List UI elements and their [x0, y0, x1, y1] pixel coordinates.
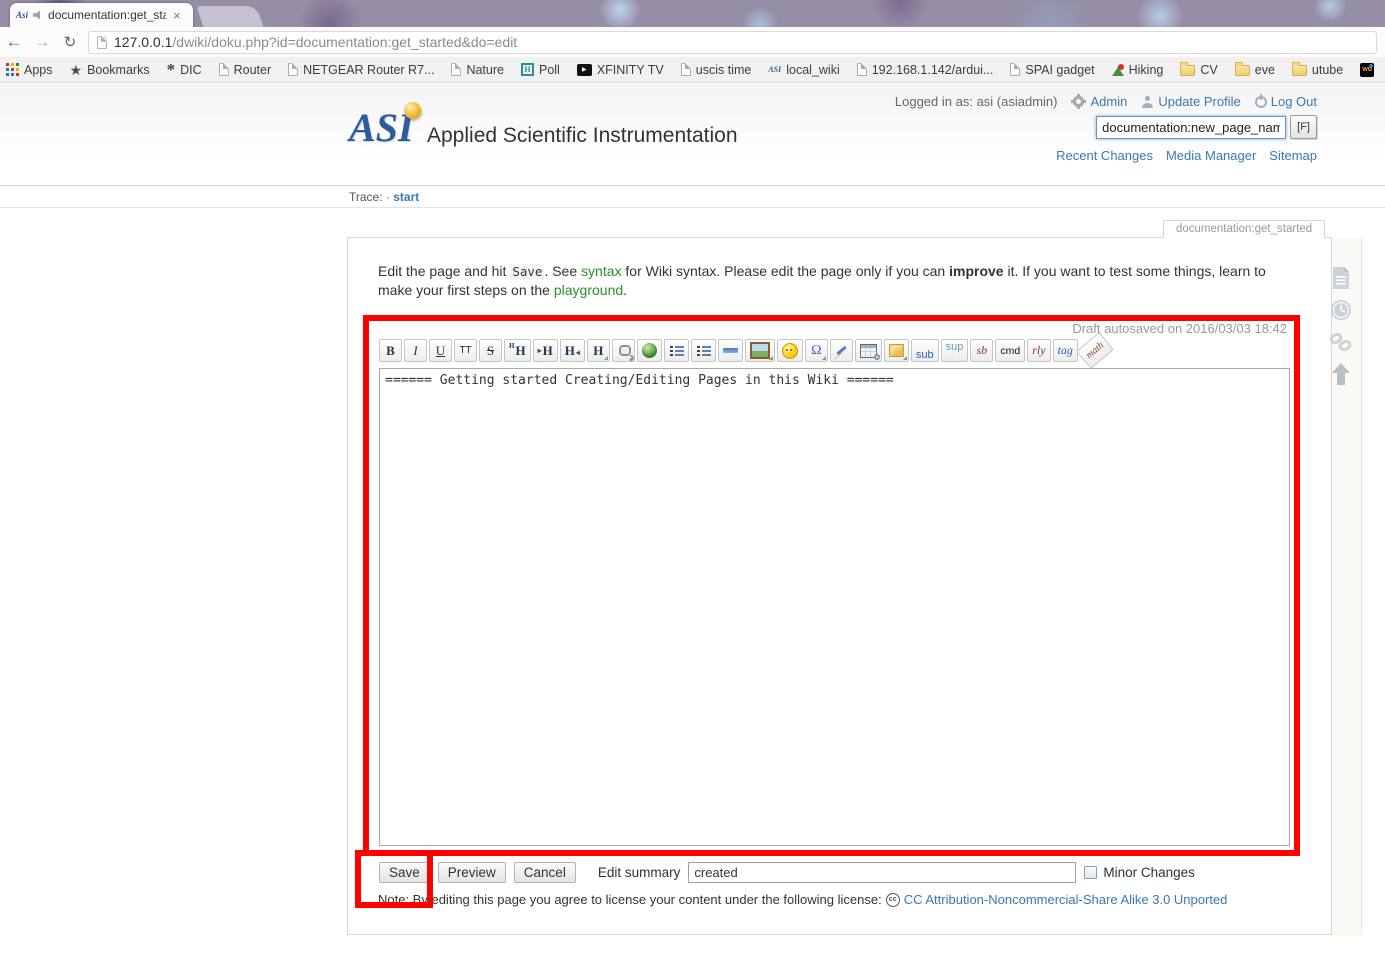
smiley-button[interactable] — [777, 339, 803, 362]
minor-changes-label: Minor Changes — [1103, 865, 1195, 880]
browser-navbar: ← → ↻ 127.0.0.1/dwiki/doku.php?id=docume… — [0, 27, 1385, 57]
sitemap-link[interactable]: Sitemap — [1269, 148, 1317, 163]
unordered-list-button[interactable] — [691, 339, 716, 362]
bookmark-dic[interactable]: * DIC — [167, 63, 202, 77]
special-chars-button[interactable]: Ω — [805, 339, 828, 362]
url-bar[interactable]: 127.0.0.1/dwiki/doku.php?id=documentatio… — [88, 31, 1377, 54]
asi-favicon: Asi — [16, 10, 28, 20]
cancel-button[interactable]: Cancel — [514, 862, 576, 883]
bookmark-arduino[interactable]: 192.168.1.142/ardui... — [857, 63, 994, 77]
bookmark-wunderground[interactable]: wu — [1360, 63, 1374, 77]
bookmark-xfinity[interactable]: ▶ XFINITY TV — [577, 63, 664, 77]
backlinks-chain-icon[interactable] — [1327, 328, 1354, 355]
save-button[interactable]: Save — [379, 862, 430, 883]
bookmark-spai[interactable]: SPAI gadget — [1010, 63, 1094, 77]
media-manager-link[interactable]: Media Manager — [1166, 148, 1256, 163]
minor-changes-checkbox[interactable] — [1084, 866, 1097, 879]
sb-plugin-button[interactable]: sb — [970, 339, 993, 362]
bookmark-folder-utube[interactable]: utube — [1292, 63, 1343, 77]
external-link-button[interactable] — [637, 339, 662, 362]
power-icon — [1255, 96, 1267, 108]
url-path: /dwiki/doku.php?id=documentation:get_sta… — [172, 34, 517, 50]
reload-icon[interactable]: ↻ — [56, 33, 84, 51]
edit-action-row: Save Preview Cancel Edit summary Minor C… — [379, 862, 1299, 883]
italic-button[interactable]: I — [404, 339, 427, 362]
bookmark-local-wiki[interactable]: ASI local_wiki — [768, 63, 839, 77]
bookmark-router[interactable]: Router — [219, 63, 272, 77]
draft-autosave-note: Draft autosaved on 2016/03/03 18:42 — [1072, 321, 1287, 336]
strikethrough-button[interactable]: S — [479, 339, 502, 362]
headline-same-level-button[interactable]: H — [504, 339, 531, 362]
admin-link[interactable]: Admin — [1071, 94, 1127, 109]
old-revisions-clock-icon[interactable] — [1327, 296, 1354, 323]
monospace-button[interactable]: TT — [454, 339, 477, 362]
show-page-icon[interactable] — [1327, 264, 1354, 291]
bookmark-uscis[interactable]: uscis time — [681, 63, 752, 77]
browser-tab[interactable]: Asi documentation:get_star × — [10, 3, 193, 27]
new-tab-button[interactable] — [197, 6, 264, 27]
back-icon[interactable]: ← — [0, 32, 28, 52]
table-button[interactable] — [855, 339, 882, 362]
url-host: 127.0.0.1 — [114, 34, 172, 50]
trace-start-link[interactable]: start — [393, 190, 419, 204]
tab-status-icon — [33, 11, 43, 20]
bookmark-hiking[interactable]: Hiking — [1112, 63, 1164, 77]
edit-summary-input[interactable] — [688, 862, 1076, 883]
page-icon — [97, 36, 107, 49]
superscript-button[interactable]: sup — [941, 339, 969, 362]
bookmark-folder-cv[interactable]: CV — [1180, 63, 1217, 77]
bookmark-nature[interactable]: Nature — [451, 63, 504, 77]
asi-logo[interactable]: ASI — [349, 104, 421, 162]
logout-link[interactable]: Log Out — [1255, 94, 1317, 109]
search-button[interactable]: [F] — [1290, 115, 1317, 139]
tab-title: documentation:get_star — [48, 8, 166, 22]
recent-changes-link[interactable]: Recent Changes — [1056, 148, 1153, 163]
bookmark-apps[interactable]: Apps — [6, 63, 53, 77]
page-id-tab: documentation:get_started — [1163, 220, 1325, 238]
rly-plugin-button[interactable]: rly — [1027, 339, 1050, 362]
update-profile-link[interactable]: Update Profile — [1141, 94, 1240, 109]
back-to-top-icon[interactable] — [1327, 360, 1354, 387]
logged-in-text: Logged in as: asi (asiadmin) — [895, 94, 1058, 109]
bold-button[interactable]: B — [379, 339, 402, 362]
headline-higher-button[interactable]: H — [560, 339, 585, 362]
trace-label: Trace: — [349, 190, 383, 204]
edit-summary-label: Edit summary — [598, 865, 681, 880]
internal-link-button[interactable] — [612, 339, 635, 362]
site-title: Applied Scientific Instrumentation — [427, 124, 738, 148]
tab-close-icon[interactable]: × — [171, 9, 183, 22]
bookmark-netgear[interactable]: NETGEAR Router R7... — [288, 63, 434, 77]
cc-license-icon: cc — [886, 893, 900, 907]
preview-button[interactable]: Preview — [438, 862, 506, 883]
gear-icon — [1071, 94, 1086, 109]
math-plugin-button[interactable]: math — [1076, 332, 1114, 369]
headline-select-button[interactable]: H — [587, 339, 610, 362]
plugin-insert-button[interactable] — [884, 339, 909, 362]
trace-bar: Trace: · start — [0, 186, 1385, 208]
page-content-card: documentation:get_started Edit the page … — [347, 237, 1332, 935]
wiki-edit-textarea[interactable]: ====== Getting started Creating/Editing … — [379, 368, 1290, 846]
bookmark-poll[interactable]: H Poll — [521, 63, 560, 77]
browser-tab-strip: Asi documentation:get_star × — [0, 0, 1385, 27]
ordered-list-button[interactable] — [664, 339, 689, 362]
cmd-plugin-button[interactable]: cmd — [995, 339, 1025, 362]
signature-button[interactable] — [830, 339, 853, 362]
person-icon — [1141, 96, 1154, 108]
license-link[interactable]: CC Attribution-Noncommercial-Share Alike… — [904, 892, 1228, 907]
tag-plugin-button[interactable]: tag — [1053, 339, 1078, 362]
bookmark-bookmarks[interactable]: ★ Bookmarks — [70, 63, 150, 77]
bookmarks-bar: Apps ★ Bookmarks * DIC Router NETGEAR Ro… — [0, 57, 1385, 83]
wiki-search-input[interactable] — [1096, 116, 1286, 139]
image-button[interactable] — [745, 339, 775, 362]
bookmark-folder-eve[interactable]: eve — [1235, 63, 1275, 77]
horizontal-rule-button[interactable] — [718, 339, 743, 362]
wiki-header: Logged in as: asi (asiadmin) Admin Updat… — [0, 84, 1385, 186]
editor-format-toolbar: BIUTTSHHHHΩsubsupsbcmdrlytagmath — [379, 339, 1112, 362]
forward-icon[interactable]: → — [28, 32, 56, 52]
headline-lower-button[interactable]: H — [533, 339, 558, 362]
edit-intro-text: Edit the page and hit Save. See syntax f… — [378, 262, 1280, 300]
underline-button[interactable]: U — [429, 339, 452, 362]
subscript-button[interactable]: sub — [911, 339, 939, 362]
license-note: Note: By editing this page you agree to … — [378, 892, 1227, 907]
